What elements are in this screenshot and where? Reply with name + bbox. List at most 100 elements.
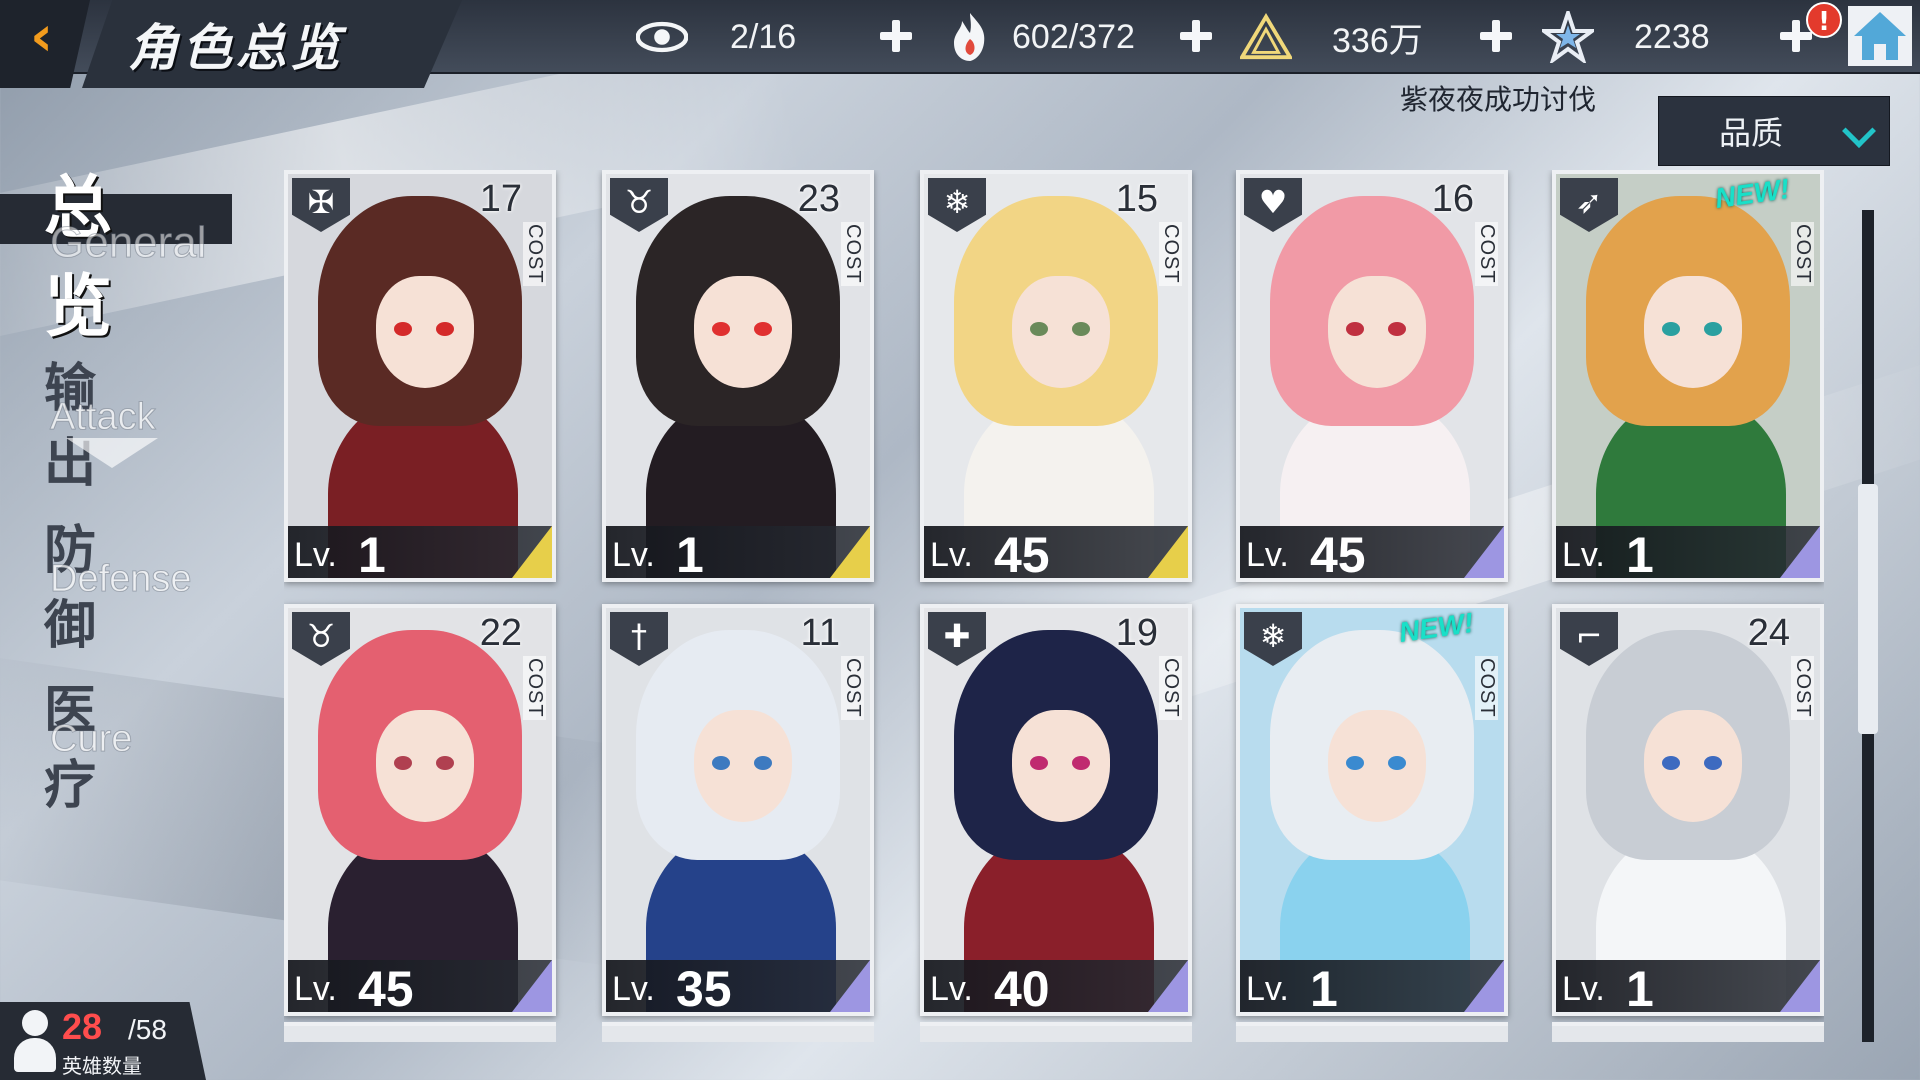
- rarity-marker: [1148, 960, 1188, 1012]
- level-prefix: Lv.: [1246, 536, 1289, 574]
- scrollbar-thumb[interactable]: [1858, 484, 1878, 734]
- level-value: 45: [994, 527, 1050, 582]
- category-attack-sublabel: Attack: [50, 396, 157, 439]
- resource-energy: 602/372: [944, 8, 1135, 66]
- cost-label: COST: [1475, 222, 1498, 286]
- level-bar: Lv. 1: [1556, 960, 1820, 1012]
- cost-value: 15: [1115, 178, 1158, 220]
- sort-label: 品质: [1719, 114, 1784, 152]
- star-icon: [1542, 11, 1594, 63]
- rarity-marker: [830, 526, 870, 578]
- hero-card-partial[interactable]: [1552, 1022, 1824, 1042]
- level-prefix: Lv.: [294, 970, 337, 1008]
- gold-value: 336万: [1332, 21, 1423, 60]
- level-value: 1: [1310, 961, 1338, 1016]
- hero-card-partial[interactable]: [284, 1022, 556, 1042]
- hero-card-partial[interactable]: [602, 1022, 874, 1042]
- level-prefix: Lv.: [612, 536, 655, 574]
- page-title: 角色总览: [128, 19, 344, 77]
- rarity-marker: [512, 526, 552, 578]
- rarity-marker: [830, 960, 870, 1012]
- cost-value: 24: [1747, 612, 1790, 654]
- rarity-marker: [512, 960, 552, 1012]
- level-prefix: Lv.: [294, 536, 337, 574]
- hero-count-max: /58: [128, 1014, 167, 1045]
- cost-label: COST: [1791, 656, 1814, 720]
- add-stamina-button[interactable]: [876, 16, 916, 56]
- cost-label: COST: [1159, 656, 1182, 720]
- crystal-value: 2238: [1634, 17, 1710, 56]
- category-arrow-icon: [66, 438, 158, 468]
- level-value: 45: [1310, 527, 1366, 582]
- hero-portrait: [288, 608, 552, 1012]
- rarity-marker: [1780, 960, 1820, 1012]
- top-bar: ‹ 角色总览 2/16 602/372 336万 2238 !: [0, 0, 1920, 88]
- level-prefix: Lv.: [1246, 970, 1289, 1008]
- add-energy-button[interactable]: [1176, 16, 1216, 56]
- announcement-ticker: 紫夜夜成功讨伐: [1400, 83, 1597, 116]
- hero-card-partial[interactable]: [1236, 1022, 1508, 1042]
- hero-card[interactable]: ❄ 15 COST Lv. 45: [920, 170, 1192, 582]
- level-prefix: Lv.: [930, 536, 973, 574]
- add-gold-button[interactable]: [1476, 16, 1516, 56]
- hero-card[interactable]: ✠ 17 COST Lv. 1: [284, 170, 556, 582]
- level-value: 1: [1626, 961, 1654, 1016]
- level-value: 45: [358, 961, 414, 1016]
- level-value: 1: [1626, 527, 1654, 582]
- hero-portrait: [606, 174, 870, 578]
- energy-value: 602/372: [1012, 17, 1135, 56]
- back-arrow-icon[interactable]: ‹: [30, 9, 70, 65]
- level-bar: Lv. 1: [288, 526, 552, 578]
- level-bar: Lv. 40: [924, 960, 1188, 1012]
- level-prefix: Lv.: [1562, 536, 1605, 574]
- hero-portrait: [1556, 174, 1820, 578]
- hero-card[interactable]: † 11 COST Lv. 35: [602, 604, 874, 1016]
- cost-label: COST: [523, 222, 546, 286]
- resource-gold: 336万: [1240, 8, 1423, 66]
- hero-card[interactable]: ❄ NEW! COST Lv. 1: [1236, 604, 1508, 1016]
- cost-label: COST: [1159, 222, 1182, 286]
- pyramid-icon: [1240, 11, 1292, 63]
- level-bar: Lv. 1: [1556, 526, 1820, 578]
- hero-card[interactable]: ⌐ 24 COST Lv. 1: [1552, 604, 1824, 1016]
- hero-portrait: [924, 174, 1188, 578]
- hero-card[interactable]: ♥ 16 COST Lv. 45: [1236, 170, 1508, 582]
- cost-value: 16: [1431, 178, 1474, 220]
- resource-crystal: 2238: [1542, 8, 1710, 66]
- level-bar: Lv. 1: [1240, 960, 1504, 1012]
- stamina-value: 2/16: [730, 17, 797, 56]
- rarity-marker: [1148, 526, 1188, 578]
- hero-portrait: [288, 174, 552, 578]
- category-defense-sublabel: Defense: [50, 558, 193, 601]
- category-general-sublabel: General: [50, 218, 208, 268]
- person-icon: [14, 1010, 56, 1072]
- hero-card-partial[interactable]: [920, 1022, 1192, 1042]
- cost-label: COST: [523, 656, 546, 720]
- level-bar: Lv. 35: [606, 960, 870, 1012]
- hero-portrait: [1240, 608, 1504, 1012]
- chevron-down-icon: [1842, 114, 1876, 148]
- level-bar: Lv. 45: [1240, 526, 1504, 578]
- hero-card[interactable]: ♉ 23 COST Lv. 1: [602, 170, 874, 582]
- hero-card[interactable]: ✚ 19 COST Lv. 40: [920, 604, 1192, 1016]
- flame-hand-icon: [944, 11, 996, 63]
- cost-value: 23: [797, 178, 840, 220]
- level-bar: Lv. 45: [288, 960, 552, 1012]
- level-prefix: Lv.: [612, 970, 655, 1008]
- home-button[interactable]: [1848, 6, 1912, 66]
- rarity-marker: [1464, 960, 1504, 1012]
- sort-dropdown[interactable]: 品质: [1658, 96, 1890, 166]
- hero-card-grid: ✠ 17 COST Lv. 1 ♉ 23 COST Lv. 1 ❄ 15 COST Lv. 45 ♥ 16 COS…: [284, 170, 1824, 1042]
- level-value: 40: [994, 961, 1050, 1016]
- hero-count-panel: 28 /58 英雄数量: [0, 1002, 206, 1080]
- level-value: 35: [676, 961, 732, 1016]
- hero-portrait: [1556, 608, 1820, 1012]
- level-prefix: Lv.: [930, 970, 973, 1008]
- eye-icon: [636, 11, 688, 63]
- hero-portrait: [606, 608, 870, 1012]
- hero-card[interactable]: ➶ NEW! COST Lv. 1: [1552, 170, 1824, 582]
- rarity-marker: [1464, 526, 1504, 578]
- cost-label: COST: [1475, 656, 1498, 720]
- hero-card[interactable]: ♉ 22 COST Lv. 45: [284, 604, 556, 1016]
- hero-portrait: [1240, 174, 1504, 578]
